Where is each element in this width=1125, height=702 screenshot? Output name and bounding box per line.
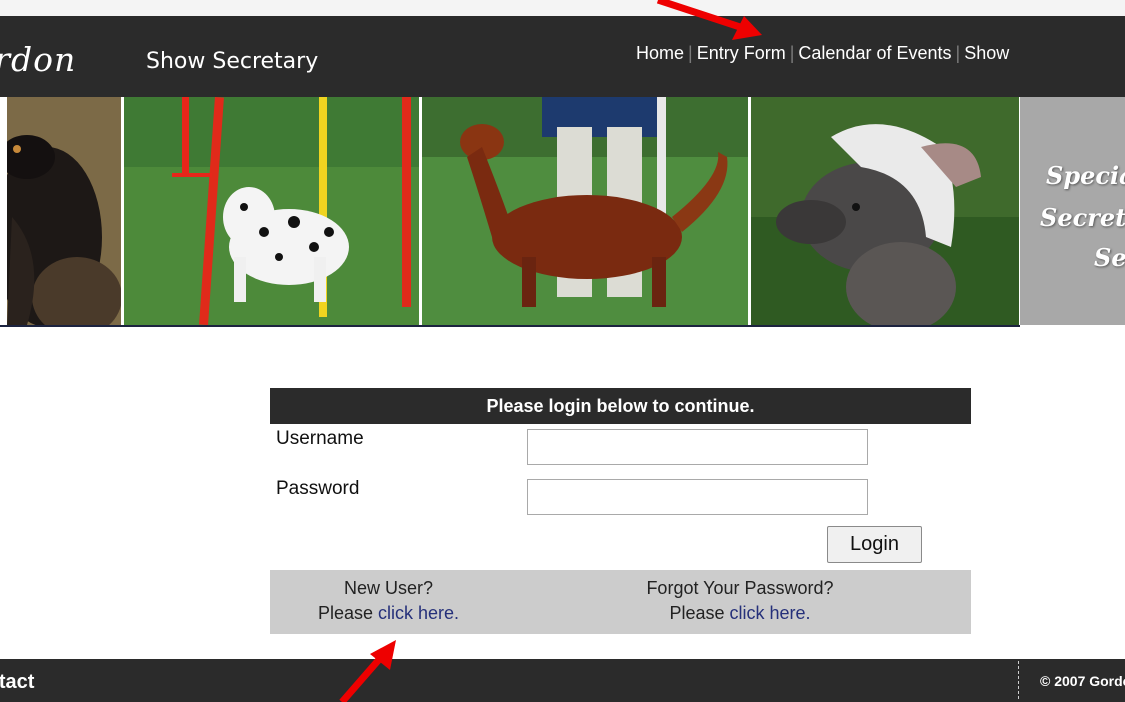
spaniel-photo bbox=[7, 97, 121, 325]
nav-entry-form[interactable]: Entry Form bbox=[697, 43, 786, 63]
forgot-password-link[interactable]: click here. bbox=[730, 603, 811, 623]
nav-separator: | bbox=[688, 43, 693, 63]
new-user-prefix: Please bbox=[317, 603, 378, 623]
copyright-text: © 2007 Gordon bbox=[1040, 673, 1125, 689]
photo-banner: Specialist Secretary Services bbox=[0, 97, 1125, 326]
site-header: Gordon Show Secretary Home|Entry Form|Ca… bbox=[0, 16, 1125, 97]
top-strip bbox=[0, 0, 1125, 16]
dalmatian-photo bbox=[124, 97, 419, 325]
tagline-line-3: Services bbox=[1094, 243, 1125, 272]
password-input[interactable] bbox=[527, 479, 868, 515]
logo-script: Gordon bbox=[0, 40, 77, 79]
tagline-line-2: Secretary bbox=[1040, 203, 1125, 232]
button-row: Login bbox=[270, 524, 971, 570]
forgot-password-prefix: Please bbox=[669, 603, 730, 623]
banner-tagline: Specialist Secretary Services bbox=[1020, 97, 1125, 325]
new-user-text: New User? bbox=[343, 578, 434, 598]
logo-subtitle: Show Secretary bbox=[146, 49, 319, 74]
irish-setter-photo bbox=[422, 97, 748, 325]
chinese-crested-photo bbox=[751, 97, 1019, 325]
nav-separator: | bbox=[955, 43, 961, 63]
password-label: Password bbox=[276, 478, 360, 499]
username-input[interactable] bbox=[527, 429, 868, 465]
nav-calendar-of-events[interactable]: Calendar of Events bbox=[798, 43, 951, 63]
footer-divider bbox=[1018, 661, 1019, 699]
footer-contact-link[interactable]: Contact bbox=[0, 671, 34, 694]
forgot-password-text: Forgot Your Password? bbox=[646, 578, 834, 598]
site-footer: Contact © 2007 Gordon bbox=[0, 659, 1125, 702]
nav-show[interactable]: Show bbox=[964, 43, 1009, 63]
account-links: New User? Please click here. Forgot Your… bbox=[270, 570, 971, 634]
login-button[interactable]: Login bbox=[827, 526, 922, 563]
username-label: Username bbox=[276, 428, 364, 449]
main-nav: Home | Entry Form | Calendar of Events | Show bbox=[636, 43, 1009, 64]
nav-home[interactable]: Home bbox=[636, 43, 684, 63]
tagline-line-1: Specialist bbox=[1046, 161, 1125, 190]
login-panel: Please login below to continue. Username… bbox=[270, 388, 971, 634]
forgot-password-block: Forgot Your Password? Please click here. bbox=[600, 576, 880, 626]
username-row: Username bbox=[270, 424, 971, 474]
banner-divider bbox=[0, 325, 1020, 327]
new-user-link[interactable]: click here. bbox=[378, 603, 459, 623]
login-heading: Please login below to continue. bbox=[270, 388, 971, 424]
password-row: Password bbox=[270, 474, 971, 524]
nav-separator: | bbox=[789, 43, 795, 63]
new-user-block: New User? Please click here. bbox=[270, 576, 507, 626]
